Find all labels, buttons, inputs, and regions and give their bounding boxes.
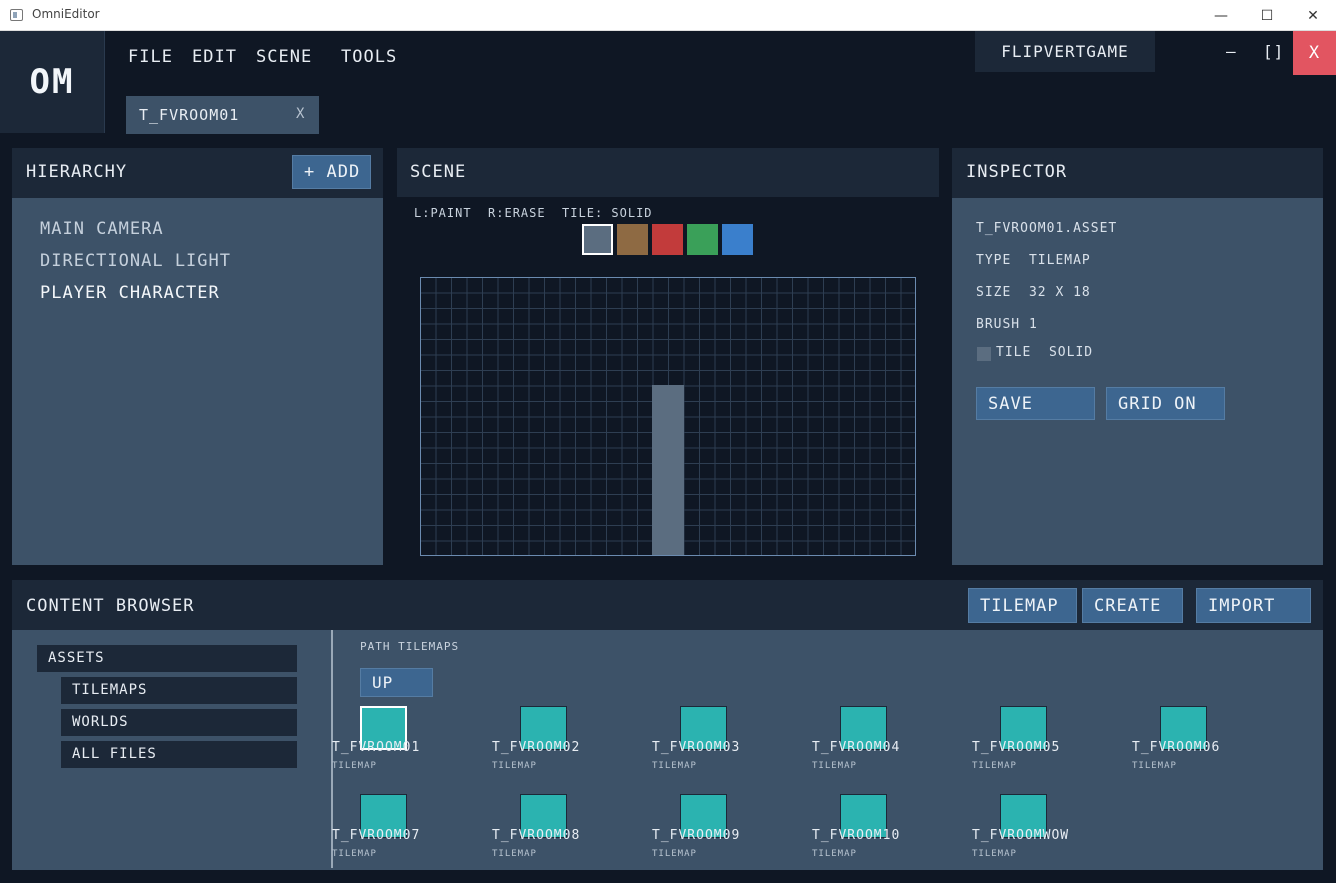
asset-name[interactable]: T_FVROOM08	[492, 828, 580, 843]
app-window-icon	[10, 9, 23, 21]
project-name: FLIPVERTGAME	[975, 31, 1155, 72]
tab-close-icon[interactable]: X	[296, 106, 305, 122]
palette-swatch-brown[interactable]	[617, 224, 648, 255]
tree-item-all-files[interactable]: ALL FILES	[61, 741, 297, 768]
window-title: OmniEditor	[32, 7, 100, 21]
palette-swatch-red[interactable]	[652, 224, 683, 255]
asset-name[interactable]: T_FVROOM09	[652, 828, 740, 843]
tab-label: T_FVROOM01	[139, 106, 240, 124]
inspector-asset-name: T_FVROOM01.ASSET	[976, 221, 1118, 236]
save-button[interactable]: SAVE	[976, 387, 1095, 420]
grid-toggle-button[interactable]: GRID ON	[1106, 387, 1225, 420]
palette-swatch-green[interactable]	[687, 224, 718, 255]
menu-edit[interactable]: EDIT	[192, 47, 237, 67]
hierarchy-item-main-camera[interactable]: MAIN CAMERA	[40, 219, 164, 239]
asset-name[interactable]: T_FVROOMWOW	[972, 828, 1069, 843]
asset-type-label: TILEMAP	[332, 761, 377, 771]
asset-type-label: TILEMAP	[1132, 761, 1177, 771]
add-object-button[interactable]: + ADD	[292, 155, 371, 189]
asset-name[interactable]: T_FVROOM02	[492, 740, 580, 755]
asset-type-label: TILEMAP	[332, 849, 377, 859]
up-folder-button[interactable]: UP	[360, 668, 433, 697]
scene-hint: L:PAINT R:ERASE TILE: SOLID	[414, 206, 653, 220]
menu-file[interactable]: FILE	[128, 47, 173, 67]
tree-item-tilemaps[interactable]: TILEMAPS	[61, 677, 297, 704]
create-button[interactable]: CREATE	[1082, 588, 1183, 623]
app-maximize-button[interactable]: []	[1263, 42, 1284, 61]
inspector-title: INSPECTOR	[952, 148, 1323, 198]
app-close-button[interactable]: X	[1293, 31, 1336, 75]
hierarchy-panel: HIERARCHY	[12, 148, 383, 565]
asset-name[interactable]: T_FVROOM04	[812, 740, 900, 755]
app-minimize-button[interactable]: –	[1226, 42, 1237, 61]
window-maximize-button[interactable]: ☐	[1244, 0, 1290, 31]
open-document-tab[interactable]: T_FVROOM01 X	[126, 96, 319, 134]
os-title-bar: OmniEditor — ☐ ✕	[0, 0, 1336, 31]
import-button[interactable]: IMPORT	[1196, 588, 1311, 623]
asset-type-label: TILEMAP	[972, 761, 1017, 771]
tree-item-worlds[interactable]: WORLDS	[61, 709, 297, 736]
solid-tile-column	[652, 385, 684, 555]
palette-swatch-solid[interactable]	[582, 224, 613, 255]
asset-type-label: TILEMAP	[812, 761, 857, 771]
menu-scene[interactable]: SCENE	[256, 47, 312, 67]
filter-tilemap-button[interactable]: TILEMAP	[968, 588, 1077, 623]
palette-swatch-blue[interactable]	[722, 224, 753, 255]
current-path: PATH TILEMAPS	[360, 640, 460, 653]
hierarchy-item-player-character[interactable]: PLAYER CHARACTER	[40, 283, 220, 303]
asset-type-label: TILEMAP	[492, 849, 537, 859]
window-minimize-button[interactable]: —	[1198, 0, 1244, 31]
asset-name[interactable]: T_FVROOM07	[332, 828, 420, 843]
tree-item-assets[interactable]: ASSETS	[37, 645, 297, 672]
asset-name[interactable]: T_FVROOM01	[332, 740, 420, 755]
menu-tools[interactable]: TOOLS	[341, 47, 397, 67]
asset-type-label: TILEMAP	[492, 761, 537, 771]
hierarchy-item-directional-light[interactable]: DIRECTIONAL LIGHT	[40, 251, 231, 271]
asset-type-label: TILEMAP	[652, 849, 697, 859]
asset-name[interactable]: T_FVROOM03	[652, 740, 740, 755]
inspector-type: TYPE TILEMAP	[976, 253, 1091, 268]
window-close-button[interactable]: ✕	[1290, 0, 1336, 31]
asset-type-label: TILEMAP	[652, 761, 697, 771]
asset-name[interactable]: T_FVROOM05	[972, 740, 1060, 755]
asset-name[interactable]: T_FVROOM10	[812, 828, 900, 843]
app-logo: OM	[0, 31, 105, 133]
asset-type-label: TILEMAP	[812, 849, 857, 859]
inspector-tile-swatch	[977, 347, 991, 361]
asset-name[interactable]: T_FVROOM06	[1132, 740, 1220, 755]
inspector-size: SIZE 32 X 18	[976, 285, 1091, 300]
asset-type-label: TILEMAP	[972, 849, 1017, 859]
inspector-brush: BRUSH 1	[976, 317, 1038, 332]
scene-title: SCENE	[397, 148, 939, 197]
inspector-tile: TILE SOLID	[996, 345, 1094, 360]
